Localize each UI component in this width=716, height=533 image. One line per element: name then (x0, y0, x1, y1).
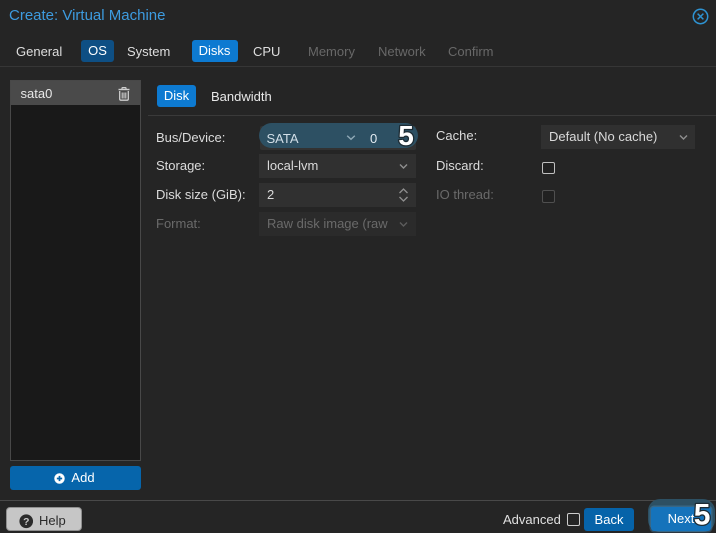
svg-text:?: ? (23, 517, 29, 528)
svg-text:5: 5 (398, 120, 414, 150)
svg-text:5: 5 (694, 499, 711, 530)
